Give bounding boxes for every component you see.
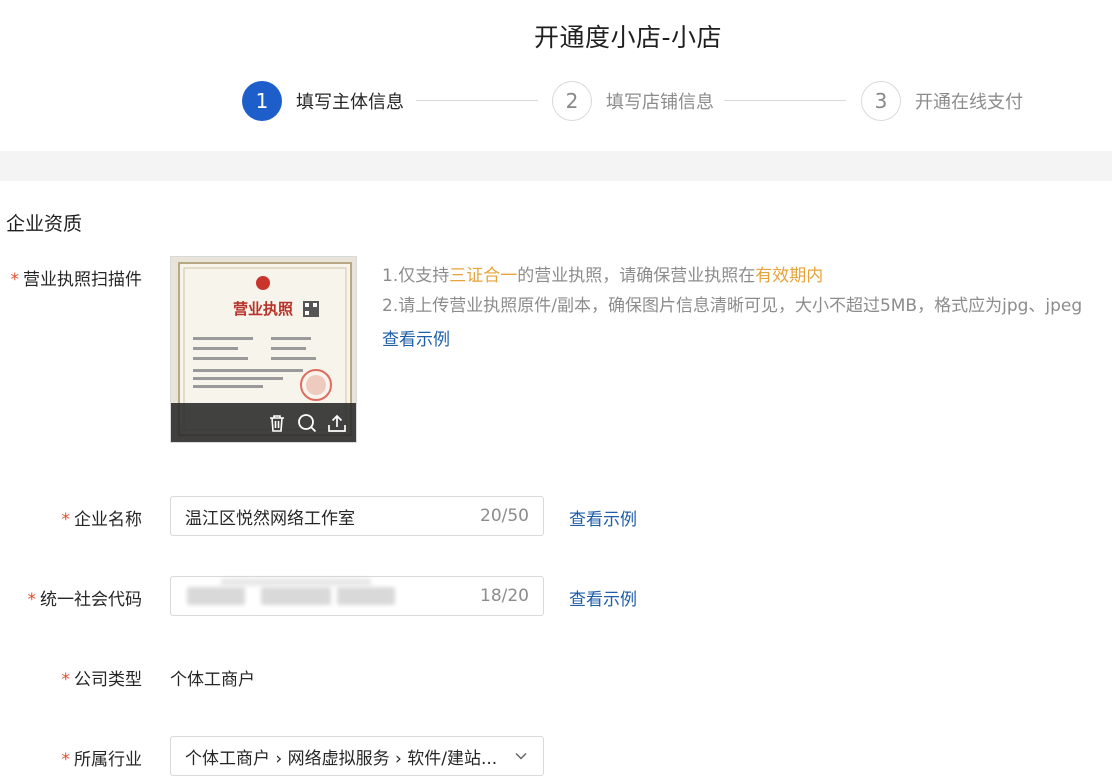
section-title: 企业资质 bbox=[6, 213, 83, 235]
company-type-label: * 公司类型 bbox=[61, 670, 143, 690]
step-1-label: 填写主体信息 bbox=[296, 92, 404, 113]
company-type-value: 个体工商户 bbox=[170, 670, 255, 690]
step-3-number: 3 bbox=[861, 81, 901, 121]
credit-code-value-redacted bbox=[185, 576, 480, 616]
company-name-value: 温江区悦然网络工作室 bbox=[185, 508, 355, 529]
section-divider bbox=[0, 151, 1112, 181]
svg-text:营业执照: 营业执照 bbox=[233, 300, 293, 318]
step-2-number: 2 bbox=[552, 81, 592, 121]
step-3-label: 开通在线支付 bbox=[915, 92, 1023, 113]
license-hint-1: 1.仅支持三证合一的营业执照，请确保营业执照在有效期内 bbox=[382, 266, 824, 286]
license-hint-2: 2.请上传营业执照原件/副本，确保图片信息清晰可见，大小不超过5MB，格式应为j… bbox=[382, 296, 1083, 316]
credit-code-label: * 统一社会代码 bbox=[27, 590, 143, 610]
credit-code-example-link[interactable]: 查看示例 bbox=[569, 585, 637, 610]
step-1-number: 1 bbox=[242, 81, 282, 121]
trash-icon[interactable] bbox=[264, 410, 290, 436]
industry-value: 个体工商户 › 网络虚拟服务 › 软件/建站... bbox=[185, 748, 498, 769]
chevron-down-icon bbox=[513, 748, 529, 764]
upload-icon[interactable] bbox=[324, 410, 350, 436]
license-label: * 营业执照扫描件 bbox=[10, 270, 143, 290]
industry-select[interactable]: 个体工商户 › 网络虚拟服务 › 软件/建站... bbox=[170, 736, 544, 776]
step-2-label: 填写店铺信息 bbox=[606, 92, 714, 113]
company-name-input[interactable]: 温江区悦然网络工作室 20/50 bbox=[170, 496, 544, 536]
industry-label: * 所属行业 bbox=[61, 750, 143, 770]
zoom-icon[interactable] bbox=[294, 410, 320, 436]
step-2: 2 填写店铺信息 bbox=[552, 80, 714, 122]
step-connector bbox=[724, 100, 846, 101]
company-name-label: * 企业名称 bbox=[61, 510, 143, 530]
license-action-bar bbox=[171, 403, 356, 442]
company-name-count: 20/50 bbox=[480, 506, 529, 526]
page-title: 开通度小店-小店 bbox=[533, 23, 723, 52]
license-example-link[interactable]: 查看示例 bbox=[382, 325, 450, 350]
license-upload[interactable]: 营业执照 bbox=[170, 256, 357, 443]
credit-code-input[interactable]: 18/20 bbox=[170, 576, 544, 616]
step-1: 1 填写主体信息 bbox=[242, 80, 404, 122]
step-connector bbox=[416, 100, 538, 101]
company-name-example-link[interactable]: 查看示例 bbox=[569, 505, 637, 530]
step-3: 3 开通在线支付 bbox=[861, 80, 1023, 122]
credit-code-count: 18/20 bbox=[480, 586, 529, 606]
